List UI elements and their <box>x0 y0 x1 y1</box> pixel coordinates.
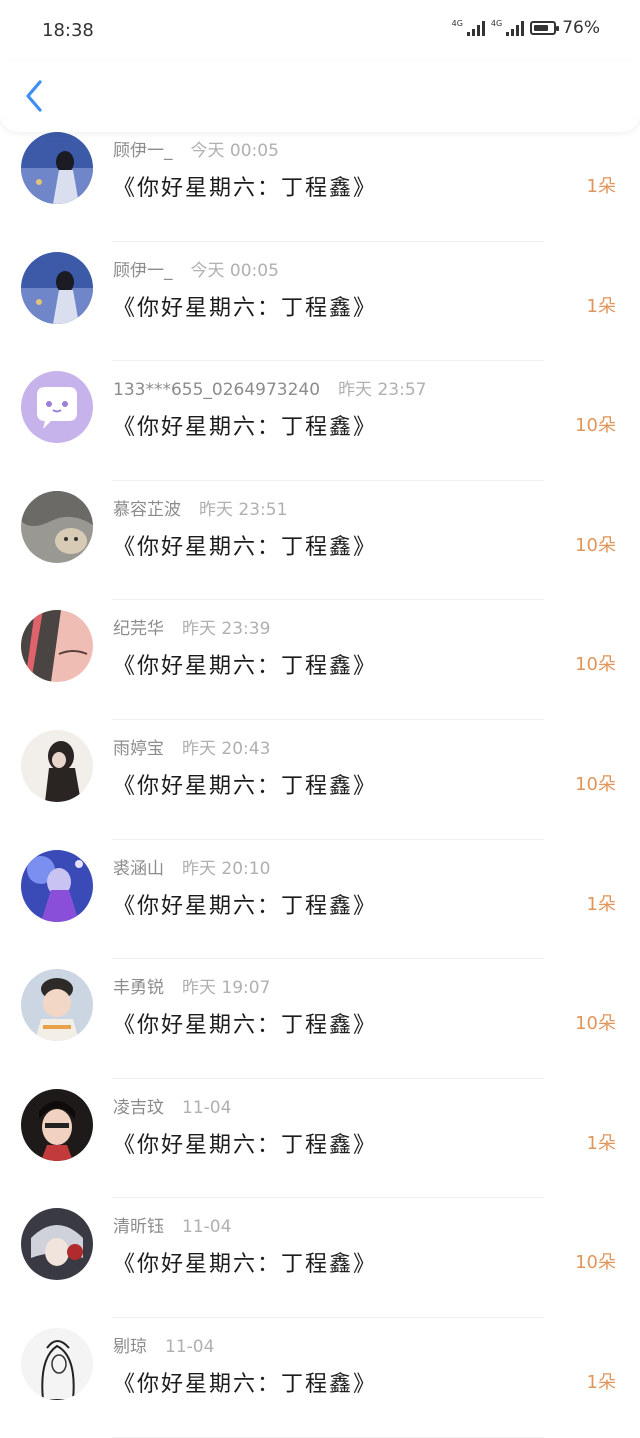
item-title: 《你好星期六：丁程鑫》 <box>113 1371 378 1397</box>
list-item[interactable]: 凌吉玟 11-04 《你好星期六：丁程鑫》 1朵 <box>0 1079 640 1199</box>
item-meta: 133***655_0264973240 昨天 23:57 <box>113 375 426 400</box>
timestamp: 昨天 20:10 <box>182 858 271 879</box>
item-title: 《你好星期六：丁程鑫》 <box>113 295 378 321</box>
item-title: 《你好星期六：丁程鑫》 <box>113 1252 378 1278</box>
flower-count: 10朵 <box>575 415 616 437</box>
timestamp: 昨天 23:39 <box>182 619 271 640</box>
item-meta: 剔琼 11-04 <box>113 1332 214 1357</box>
timestamp: 昨天 20:43 <box>182 738 271 759</box>
user-name: 雨婷宝 <box>113 738 164 759</box>
flower-count: 1朵 <box>586 1371 616 1393</box>
item-meta: 清昕钰 11-04 <box>113 1212 231 1237</box>
item-meta: 慕容芷波 昨天 23:51 <box>113 495 287 520</box>
item-title: 《你好星期六：丁程鑫》 <box>113 176 378 201</box>
user-name: 凌吉玟 <box>113 1097 164 1118</box>
flower-count: 10朵 <box>575 1252 616 1274</box>
gift-list: 顾伊一_ 今天 00:05 《你好星期六：丁程鑫》 1朵 顾伊一_ 今天 00:05… <box>0 122 640 1438</box>
list-item[interactable]: 慕容芷波 昨天 23:51 《你好星期六：丁程鑫》 10朵 <box>0 481 640 601</box>
signal-icon-2: 4G <box>490 19 525 36</box>
timestamp: 昨天 23:57 <box>338 380 427 401</box>
avatar[interactable] <box>21 849 93 922</box>
item-meta: 顾伊一_ 今天 00:05 <box>113 136 279 161</box>
item-meta: 凌吉玟 11-04 <box>113 1093 231 1118</box>
user-name: 裘涵山 <box>113 858 164 879</box>
user-name: 顾伊一_ <box>113 260 173 281</box>
nav-bar <box>0 60 640 132</box>
avatar[interactable] <box>21 969 93 1042</box>
user-name: 纪芫华 <box>113 619 164 640</box>
user-name: 顾伊一_ <box>113 141 173 161</box>
avatar[interactable] <box>21 132 93 204</box>
item-meta: 丰勇锐 昨天 19:07 <box>113 973 270 998</box>
status-bar: 18:38 4G 4G 76% <box>0 0 640 60</box>
back-button[interactable] <box>20 78 48 114</box>
user-name: 清昕钰 <box>113 1217 164 1238</box>
list-item[interactable]: 纪芫华 昨天 23:39 《你好星期六：丁程鑫》 10朵 <box>0 600 640 720</box>
flower-count: 1朵 <box>586 893 616 915</box>
avatar[interactable] <box>21 1088 93 1161</box>
item-title: 《你好星期六：丁程鑫》 <box>113 1013 378 1039</box>
avatar[interactable] <box>21 1327 93 1400</box>
chevron-left-icon <box>26 80 42 112</box>
flower-count: 10朵 <box>575 773 616 795</box>
item-title: 《你好星期六：丁程鑫》 <box>113 654 378 680</box>
status-indicators: 4G 4G 76% <box>452 18 600 38</box>
list-item[interactable]: 顾伊一_ 今天 00:05 《你好星期六：丁程鑫》 1朵 <box>0 242 640 362</box>
item-meta: 裘涵山 昨天 20:10 <box>113 854 270 879</box>
avatar[interactable] <box>21 729 93 802</box>
item-title: 《你好星期六：丁程鑫》 <box>113 1132 378 1158</box>
item-title: 《你好星期六：丁程鑫》 <box>113 893 378 919</box>
user-name: 133***655_0264973240 <box>113 380 321 401</box>
timestamp: 11-04 <box>182 1097 232 1118</box>
network-type-label-2: 4G <box>490 19 503 28</box>
item-meta: 雨婷宝 昨天 20:43 <box>113 734 270 759</box>
list-item[interactable]: 剔琼 11-04 《你好星期六：丁程鑫》 1朵 <box>0 1318 640 1438</box>
list-item[interactable]: 清昕钰 11-04 《你好星期六：丁程鑫》 10朵 <box>0 1198 640 1318</box>
timestamp: 11-04 <box>165 1336 215 1357</box>
battery-icon <box>530 21 560 35</box>
list-item[interactable]: 裘涵山 昨天 20:10 《你好星期六：丁程鑫》 1朵 <box>0 840 640 960</box>
status-time: 18:38 <box>42 20 94 41</box>
item-meta: 纪芫华 昨天 23:39 <box>113 614 270 639</box>
timestamp: 11-04 <box>182 1217 232 1238</box>
item-title: 《你好星期六：丁程鑫》 <box>113 773 378 799</box>
avatar[interactable] <box>21 610 93 683</box>
flower-count: 1朵 <box>586 176 616 197</box>
battery-fill <box>534 25 549 31</box>
avatar[interactable] <box>21 490 93 563</box>
item-title: 《你好星期六：丁程鑫》 <box>113 534 378 560</box>
avatar[interactable] <box>21 1208 93 1281</box>
user-name: 慕容芷波 <box>113 499 181 520</box>
network-type-label: 4G <box>451 19 463 28</box>
timestamp: 昨天 19:07 <box>182 978 271 999</box>
list-item[interactable]: 雨婷宝 昨天 20:43 《你好星期六：丁程鑫》 10朵 <box>0 720 640 840</box>
battery-percent: 76% <box>562 18 600 38</box>
flower-count: 10朵 <box>575 1013 616 1035</box>
flower-count: 1朵 <box>586 1132 616 1154</box>
flower-count: 1朵 <box>586 295 616 317</box>
list-item[interactable]: 丰勇锐 昨天 19:07 《你好星期六：丁程鑫》 10朵 <box>0 959 640 1079</box>
flower-count: 10朵 <box>575 654 616 676</box>
avatar[interactable] <box>21 371 93 444</box>
flower-count: 10朵 <box>575 534 616 556</box>
item-title: 《你好星期六：丁程鑫》 <box>113 415 378 441</box>
avatar[interactable] <box>21 251 93 324</box>
list-item[interactable]: 顾伊一_ 今天 00:05 《你好星期六：丁程鑫》 1朵 <box>0 122 640 242</box>
timestamp: 今天 00:05 <box>190 141 279 161</box>
user-name: 剔琼 <box>113 1336 147 1357</box>
user-name: 丰勇锐 <box>113 978 164 999</box>
timestamp: 昨天 23:51 <box>199 499 288 520</box>
timestamp: 今天 00:05 <box>190 260 279 281</box>
list-item[interactable]: 133***655_0264973240 昨天 23:57 《你好星期六：丁程鑫》… <box>0 361 640 481</box>
signal-icon: 4G <box>452 20 485 36</box>
item-meta: 顾伊一_ 今天 00:05 <box>113 256 279 281</box>
